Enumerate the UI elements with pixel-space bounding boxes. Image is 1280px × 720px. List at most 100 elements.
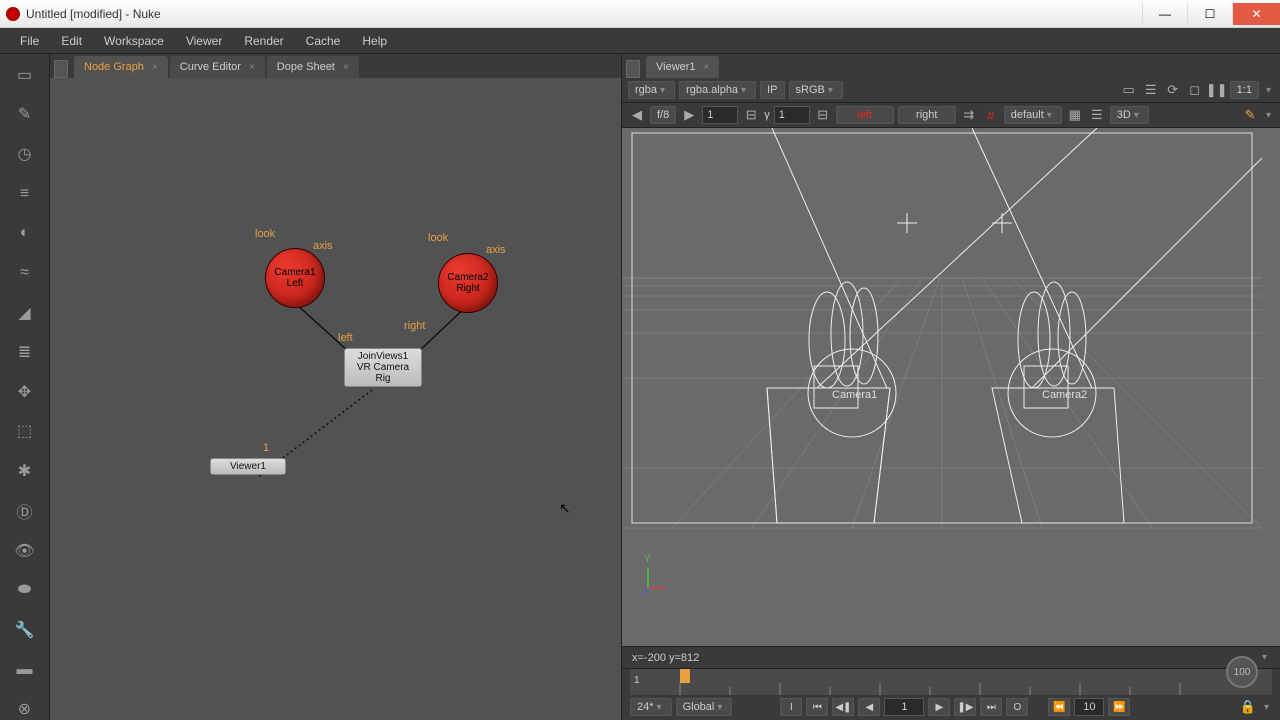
playback-mode-selector[interactable]: Global▾ — [676, 698, 733, 716]
in-point-button[interactable]: I — [780, 698, 802, 716]
clip-icon[interactable]: # — [982, 106, 1000, 124]
axis-gizmo-icon[interactable]: Y — [640, 566, 670, 596]
views-tool-icon[interactable]: 👁 — [14, 540, 36, 562]
exposure-input[interactable] — [702, 106, 738, 124]
edge-label-look: look — [255, 228, 275, 240]
fps-dial[interactable]: 100 — [1226, 656, 1258, 688]
fps-selector[interactable]: 24*▾ — [630, 698, 672, 716]
gamma-input[interactable] — [774, 106, 810, 124]
skip-back-button[interactable]: ⏪ — [1048, 698, 1070, 716]
menu-bar: File Edit Workspace Viewer Render Cache … — [0, 28, 1280, 54]
channel-selector[interactable]: rgba▾ — [628, 81, 675, 99]
deep-tool-icon[interactable]: Ⓓ — [14, 500, 36, 522]
menu-edit[interactable]: Edit — [51, 30, 92, 52]
time-tool-icon[interactable]: ◷ — [14, 143, 36, 165]
skip-forward-button[interactable]: ⏩ — [1108, 698, 1130, 716]
tab-node-graph[interactable]: Node Graph× — [74, 56, 168, 78]
3d-tool-icon[interactable]: ⬚ — [14, 421, 36, 443]
timeline: 1 100 24*▾ Global▾ I ⏮ ◀❚ ◀ ▶ ❚▶ ⏭ O — [622, 668, 1280, 720]
menu-workspace[interactable]: Workspace — [94, 30, 174, 52]
next-icon[interactable]: ▶ — [680, 106, 698, 124]
right-eye-button[interactable]: right — [898, 106, 956, 124]
tab-viewer1[interactable]: Viewer1× — [646, 56, 719, 78]
go-first-button[interactable]: ⏮ — [806, 698, 828, 716]
edge-label-input: 1 — [263, 442, 269, 454]
other-tool-icon[interactable]: ▬ — [14, 659, 36, 681]
color-tool-icon[interactable]: ◐ — [14, 223, 36, 245]
list-icon[interactable]: ☰ — [1142, 81, 1160, 99]
view-mode-3d[interactable]: 3D▾ — [1110, 106, 1149, 124]
minimize-button[interactable]: — — [1142, 3, 1187, 25]
go-last-button[interactable]: ⏭ — [980, 698, 1002, 716]
chevron-down-icon[interactable]: ▾ — [1263, 110, 1274, 121]
tab-curve-editor[interactable]: Curve Editor× — [170, 56, 265, 78]
zoom-ratio[interactable]: 1:1 — [1230, 81, 1259, 99]
node-camera2[interactable]: Camera2 Right — [438, 253, 498, 313]
bbox-icon[interactable]: ▦ — [1066, 106, 1084, 124]
close-icon[interactable]: × — [343, 62, 349, 73]
menu-viewer[interactable]: Viewer — [176, 30, 232, 52]
particles-tool-icon[interactable]: ✱ — [14, 460, 36, 482]
panel-handle-icon[interactable] — [626, 60, 640, 78]
ip-toggle[interactable]: IP — [760, 81, 784, 99]
close-icon[interactable]: × — [152, 62, 158, 73]
viewer-status-bar: x=-200 y=812 ▾ — [622, 646, 1280, 668]
tool-palette: ▭ ✎ ◷ ≡ ◐ ≈ ◢ ≣ ✥ ⬚ ✱ Ⓓ 👁 ⬬ 🔧 ▬ ⊗ — [0, 54, 50, 720]
slider-icon[interactable]: ⊟ — [742, 106, 760, 124]
colorspace-selector[interactable]: sRGB▾ — [789, 81, 843, 99]
frame-back-button[interactable]: ◀❚ — [832, 698, 854, 716]
frame-forward-button[interactable]: ❚▶ — [954, 698, 976, 716]
channel-tool-icon[interactable]: ≡ — [14, 183, 36, 205]
prev-icon[interactable]: ◀ — [628, 106, 646, 124]
timeline-track[interactable]: 1 — [630, 669, 1272, 695]
stereo-icon[interactable]: ⇉ — [960, 106, 978, 124]
viewport-wireframe: Camera1 Camera2 — [622, 128, 1280, 646]
close-button[interactable]: ✕ — [1232, 3, 1280, 25]
roi-icon[interactable]: ◻ — [1186, 81, 1204, 99]
slider-icon[interactable]: ⊟ — [814, 106, 832, 124]
node-joinviews[interactable]: JoinViews1 VR Camera Rig — [344, 348, 422, 387]
draw-tool-icon[interactable]: ✎ — [14, 104, 36, 126]
left-eye-button[interactable]: left — [836, 106, 894, 124]
menu-file[interactable]: File — [10, 30, 49, 52]
toolsets-tool-icon[interactable]: 🔧 — [14, 619, 36, 641]
chevron-down-icon[interactable]: ▾ — [1259, 652, 1270, 663]
refresh-icon[interactable]: ⟳ — [1164, 81, 1182, 99]
lut-selector[interactable]: default▾ — [1004, 106, 1062, 124]
menu-help[interactable]: Help — [352, 30, 397, 52]
chevron-down-icon[interactable]: ▾ — [1263, 85, 1274, 96]
3d-viewport[interactable]: Camera1 Camera2 Y — [622, 128, 1280, 646]
pencil-icon[interactable]: ✎ — [1241, 106, 1259, 124]
edge-label-right: right — [404, 320, 425, 332]
maximize-button[interactable]: ☐ — [1187, 3, 1232, 25]
close-icon[interactable]: × — [704, 62, 710, 73]
menu-cache[interactable]: Cache — [296, 30, 351, 52]
lock-icon[interactable]: 🔒 — [1239, 698, 1257, 716]
menu-render[interactable]: Render — [234, 30, 293, 52]
current-frame-input[interactable] — [884, 698, 924, 716]
play-forward-button[interactable]: ▶ — [928, 698, 950, 716]
keyer-tool-icon[interactable]: ◢ — [14, 302, 36, 324]
plugin-tool-icon[interactable]: ⊗ — [14, 698, 36, 720]
tab-dope-sheet[interactable]: Dope Sheet× — [267, 56, 359, 78]
merge-tool-icon[interactable]: ≣ — [14, 341, 36, 363]
fstop-display[interactable]: f/8 — [650, 106, 676, 124]
metadata-tool-icon[interactable]: ⬬ — [14, 580, 36, 602]
node-camera1[interactable]: Camera1 Left — [265, 248, 325, 308]
close-icon[interactable]: × — [249, 62, 255, 73]
step-input[interactable] — [1074, 698, 1104, 716]
alpha-selector[interactable]: rgba.alpha▾ — [679, 81, 756, 99]
node-graph-canvas[interactable]: look axis look axis left right 1 Camera1… — [50, 78, 621, 720]
panel-handle-icon[interactable] — [54, 60, 68, 78]
chevron-down-icon[interactable]: ▾ — [1261, 702, 1272, 713]
node-viewer[interactable]: Viewer1 — [210, 458, 286, 475]
overscan-icon[interactable]: ☰ — [1088, 106, 1106, 124]
viewer-panel: Viewer1× rgba▾ rgba.alpha▾ IP sRGB▾ ▭ ☰ … — [622, 54, 1280, 720]
transform-tool-icon[interactable]: ✥ — [14, 381, 36, 403]
filter-tool-icon[interactable]: ≈ — [14, 262, 36, 284]
pause-icon[interactable]: ❚❚ — [1208, 81, 1226, 99]
play-back-button[interactable]: ◀ — [858, 698, 880, 716]
thumbnail-icon[interactable]: ▭ — [1120, 81, 1138, 99]
image-tool-icon[interactable]: ▭ — [14, 64, 36, 86]
out-point-button[interactable]: O — [1006, 698, 1028, 716]
